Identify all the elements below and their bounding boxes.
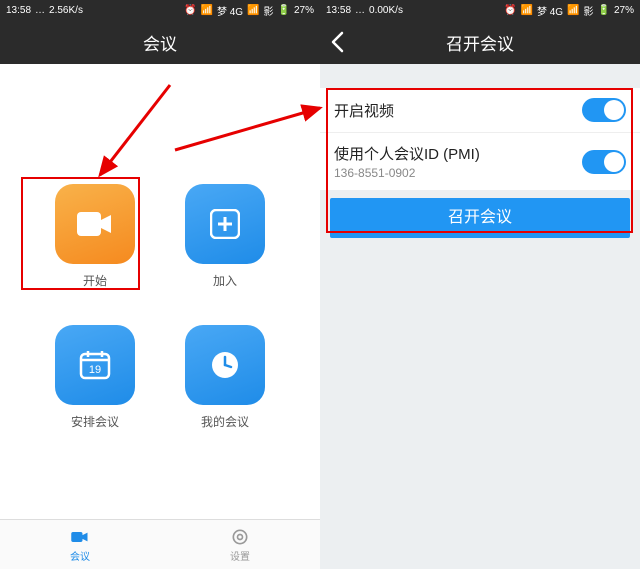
tile-schedule-label: 安排会议 <box>71 413 119 430</box>
battery-icon: 🔋 <box>278 5 290 16</box>
svg-text:19: 19 <box>89 364 101 376</box>
start-meeting-body: 开启视频 使用个人会议ID (PMI) 136-8551-0902 召开会议 <box>320 64 640 569</box>
carrier-1: 梦 4G <box>537 3 563 18</box>
row-use-pmi[interactable]: 使用个人会议ID (PMI) 136-8551-0902 <box>320 132 640 190</box>
video-camera-icon <box>70 527 90 547</box>
alarm-icon: ⏰ <box>504 5 516 16</box>
signal-icon: 📶 <box>201 5 213 16</box>
battery-level: 27% <box>614 5 634 16</box>
calendar-icon: 19 <box>55 325 135 405</box>
tile-start-label: 开始 <box>83 272 107 289</box>
start-meeting-button-label: 召开会议 <box>448 209 512 226</box>
signal-icon: 📶 <box>247 5 259 16</box>
page-title: 会议 <box>143 30 177 55</box>
toggle-use-pmi[interactable] <box>582 150 626 174</box>
nav-bar-left: 会议 <box>0 20 320 64</box>
chevron-left-icon <box>330 31 344 53</box>
plus-icon <box>185 184 265 264</box>
tile-start[interactable]: 开始 <box>30 184 160 289</box>
signal-icon: 📶 <box>521 5 533 16</box>
carrier-2: 影 <box>264 3 274 18</box>
carrier-1: 梦 4G <box>217 3 243 18</box>
tile-mine-label: 我的会议 <box>201 413 249 430</box>
tile-join[interactable]: 加入 <box>160 184 290 289</box>
clock-icon <box>185 325 265 405</box>
gear-icon <box>230 527 250 547</box>
meetings-body: 开始 加入 19 安排会议 <box>0 64 320 519</box>
video-camera-icon <box>55 184 135 264</box>
start-meeting-button[interactable]: 召开会议 <box>330 198 630 238</box>
tile-join-label: 加入 <box>213 272 237 289</box>
tab-settings-label: 设置 <box>230 548 250 563</box>
screen-start-meeting: 13:58 … 0.00K/s ⏰ 📶 梦 4G 📶 影 🔋 27% 召开会议 <box>320 0 640 569</box>
use-pmi-label: 使用个人会议ID (PMI) <box>334 143 480 164</box>
battery-icon: 🔋 <box>598 5 610 16</box>
row-enable-video[interactable]: 开启视频 <box>320 88 640 132</box>
tab-meetings-label: 会议 <box>70 548 90 563</box>
status-net-speed: 0.00K/s <box>369 5 403 16</box>
status-net-speed: 2.56K/s <box>49 5 83 16</box>
pmi-value: 136-8551-0902 <box>334 166 480 180</box>
screen-meetings-home: 13:58 … 2.56K/s ⏰ 📶 梦 4G 📶 影 🔋 27% 会议 <box>0 0 320 569</box>
battery-level: 27% <box>294 5 314 16</box>
tile-my-meetings[interactable]: 我的会议 <box>160 325 290 430</box>
carrier-2: 影 <box>584 3 594 18</box>
tab-settings[interactable]: 设置 <box>160 520 320 569</box>
alarm-icon: ⏰ <box>184 5 196 16</box>
tile-schedule[interactable]: 19 安排会议 <box>30 325 160 430</box>
nav-bar-right: 召开会议 <box>320 20 640 64</box>
status-time: 13:58 <box>326 5 351 16</box>
back-button[interactable] <box>330 20 344 64</box>
signal-icon: 📶 <box>567 5 579 16</box>
bottom-tab-bar: 会议 设置 <box>0 519 320 569</box>
status-time: 13:58 <box>6 5 31 16</box>
status-bar: 13:58 … 0.00K/s ⏰ 📶 梦 4G 📶 影 🔋 27% <box>320 0 640 20</box>
page-title: 召开会议 <box>446 30 514 55</box>
status-bar: 13:58 … 2.56K/s ⏰ 📶 梦 4G 📶 影 🔋 27% <box>0 0 320 20</box>
enable-video-label: 开启视频 <box>334 100 394 121</box>
toggle-enable-video[interactable] <box>582 98 626 122</box>
tab-meetings[interactable]: 会议 <box>0 520 160 569</box>
